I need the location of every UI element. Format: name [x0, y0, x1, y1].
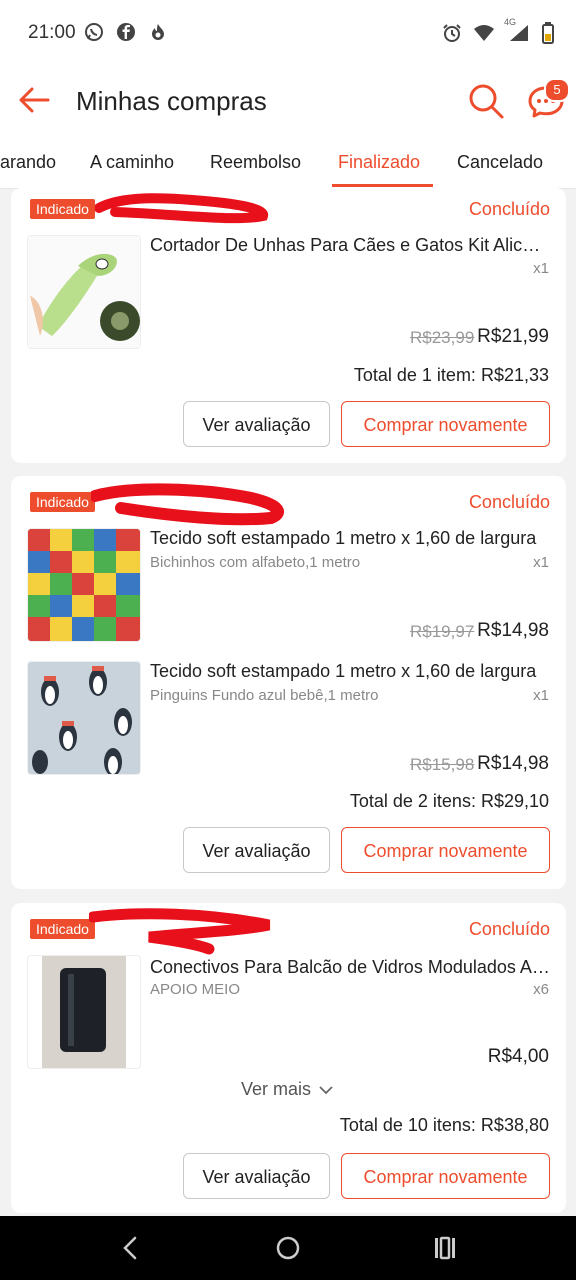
product-variant: APOIO MEIO: [150, 981, 241, 998]
order-status: Concluído: [468, 492, 550, 512]
buy-again-button[interactable]: Comprar novamente: [341, 1153, 550, 1199]
redaction-mark: [95, 193, 268, 224]
product-thumbnail[interactable]: [27, 235, 141, 349]
order-card: Indicado Concluído Conectivos Para Balcã…: [11, 903, 566, 1213]
recommended-badge: Indicado: [30, 199, 95, 219]
nav-home-icon[interactable]: [274, 1234, 302, 1262]
tab-completed[interactable]: Finalizado: [338, 152, 420, 173]
tab-on-the-way[interactable]: A caminho: [90, 152, 174, 173]
product-quantity: x1: [533, 687, 549, 704]
order-total: Total de 1 item: R$21,33: [353, 365, 549, 385]
nav-recents-icon[interactable]: [431, 1234, 459, 1262]
product-name[interactable]: Conectivos Para Balcão de Vidros Modulad…: [150, 957, 550, 978]
tab-cancelled[interactable]: Cancelado: [457, 152, 543, 173]
order-card: Indicado Concluído Cortador De Unhas Par…: [11, 188, 566, 463]
buy-again-button[interactable]: Comprar novamente: [341, 827, 550, 873]
product-price: R$14,98: [477, 753, 549, 774]
status-bar: 21:00 4G: [0, 0, 576, 68]
signal-4g-icon: 4G: [504, 17, 530, 43]
product-thumbnail[interactable]: [27, 955, 141, 1069]
tab-preparing[interactable]: arando: [0, 152, 56, 173]
view-review-button[interactable]: Ver avaliação: [183, 401, 330, 447]
search-icon[interactable]: [467, 82, 505, 120]
product-thumbnail[interactable]: [27, 661, 141, 775]
active-tab-indicator: [332, 184, 433, 187]
order-card: Indicado Concluído Tecido soft estampado…: [11, 476, 566, 889]
flame-icon: [152, 24, 164, 40]
battery-icon: [542, 22, 554, 44]
product-name[interactable]: Tecido soft estampado 1 metro x 1,60 de …: [150, 661, 550, 682]
tab-refund[interactable]: Reembolso: [210, 152, 301, 173]
original-price: R$15,98: [410, 755, 475, 774]
penguin-fabric-image: [28, 662, 140, 774]
chat-notification-badge: 5: [544, 78, 570, 102]
see-more-link[interactable]: Ver mais: [241, 1079, 333, 1100]
order-status-tabs: arando A caminho Reembolso Finalizado Ca…: [0, 140, 576, 189]
redaction-mark: [89, 908, 271, 955]
nail-clipper-image: [28, 236, 140, 348]
wifi-icon: [474, 25, 494, 41]
redaction-mark: [91, 483, 284, 526]
see-more-label: Ver mais: [241, 1079, 312, 1099]
product-name[interactable]: Tecido soft estampado 1 metro x 1,60 de …: [150, 528, 550, 549]
whatsapp-icon: [85, 23, 103, 41]
facebook-icon: [117, 23, 135, 41]
chevron-down-icon: [319, 1085, 333, 1094]
product-variant: Pinguins Fundo azul bebê,1 metro: [150, 687, 379, 704]
status-time: 21:00: [28, 22, 76, 43]
product-quantity: x6: [533, 981, 549, 998]
product-price: R$14,98: [477, 620, 549, 641]
order-status: Concluído: [468, 199, 550, 219]
app-bar: Minhas compras 5: [0, 68, 576, 140]
buy-again-button[interactable]: Comprar novamente: [341, 401, 550, 447]
product-price: R$21,99: [477, 326, 549, 347]
product-name[interactable]: Cortador De Unhas Para Cães e Gatos Kit …: [150, 235, 550, 256]
recommended-badge: Indicado: [30, 492, 95, 512]
view-review-button[interactable]: Ver avaliação: [183, 1153, 330, 1199]
system-navigation-bar: [0, 1216, 576, 1280]
product-variant: Bichinhos com alfabeto,1 metro: [150, 554, 361, 571]
glass-connector-image: [28, 956, 140, 1068]
product-price: R$4,00: [487, 1046, 549, 1067]
product-quantity: x1: [533, 554, 549, 571]
original-price: R$19,97: [410, 622, 475, 641]
order-status: Concluído: [468, 919, 550, 939]
nav-back-icon[interactable]: [117, 1234, 145, 1262]
original-price: R$23,99: [410, 328, 475, 347]
alphabet-fabric-image: [28, 529, 140, 641]
order-total: Total de 10 itens: R$38,80: [339, 1115, 549, 1135]
page-title: Minhas compras: [76, 86, 267, 116]
back-arrow-icon[interactable]: [16, 82, 52, 118]
view-review-button[interactable]: Ver avaliação: [183, 827, 330, 873]
order-total: Total de 2 itens: R$29,10: [349, 791, 549, 811]
product-thumbnail[interactable]: [27, 528, 141, 642]
product-quantity: x1: [533, 260, 549, 277]
recommended-badge: Indicado: [30, 919, 95, 939]
alarm-icon: [443, 24, 461, 42]
